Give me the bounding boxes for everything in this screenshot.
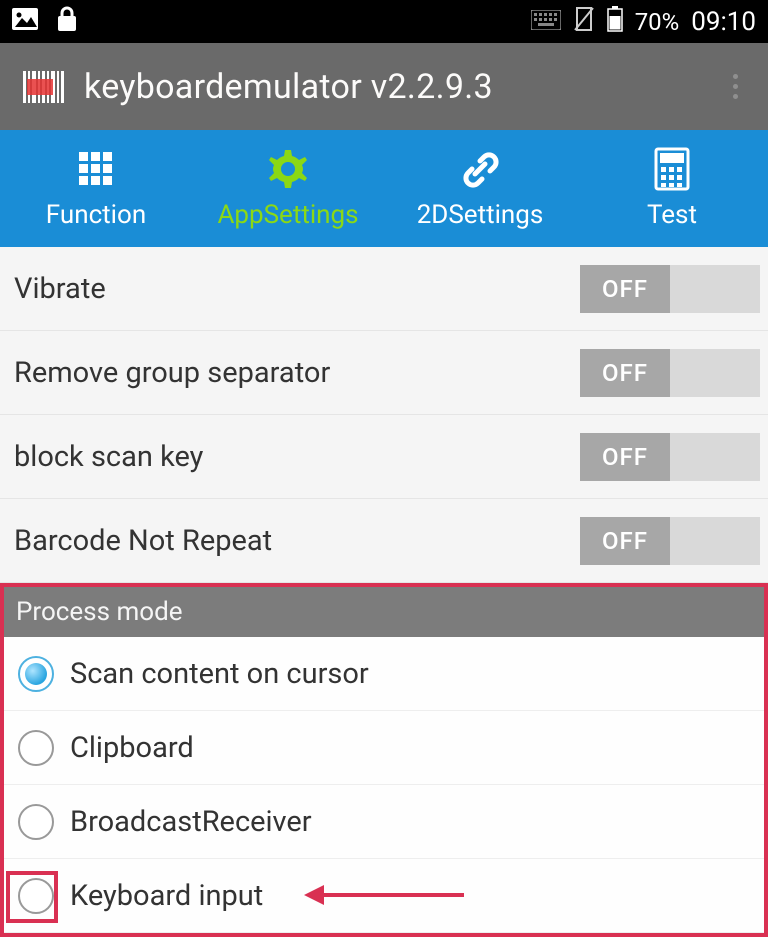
- toggle-state: OFF: [580, 517, 670, 565]
- toggle-barcode-not-repeat[interactable]: OFF: [580, 517, 760, 565]
- tab-label: 2DSettings: [417, 200, 544, 230]
- battery-percent: 70%: [635, 8, 680, 36]
- setting-barcode-not-repeat[interactable]: Barcode Not Repeat OFF: [0, 499, 768, 583]
- link-icon: [458, 148, 502, 190]
- radio-label: Keyboard input: [70, 879, 263, 913]
- toggle-state: OFF: [580, 265, 670, 313]
- tab-test[interactable]: Test: [576, 130, 768, 247]
- radio-label: Clipboard: [70, 731, 194, 765]
- radio-icon: [18, 730, 54, 766]
- keyboard-icon: [531, 8, 561, 36]
- setting-remove-group-separator[interactable]: Remove group separator OFF: [0, 331, 768, 415]
- setting-label: block scan key: [14, 440, 203, 474]
- grid-icon: [76, 148, 116, 190]
- settings-list: Vibrate OFF Remove group separator OFF b…: [0, 247, 768, 583]
- radio-icon: [18, 804, 54, 840]
- app-bar: keyboardemulator v2.2.9.3: [0, 43, 768, 130]
- setting-label: Remove group separator: [14, 356, 330, 390]
- calculator-icon: [654, 148, 690, 190]
- tab-function[interactable]: Function: [0, 130, 192, 247]
- radio-label: BroadcastReceiver: [70, 805, 312, 839]
- toggle-remove-group-separator[interactable]: OFF: [580, 349, 760, 397]
- app-icon: [20, 63, 68, 111]
- tab-label: Function: [46, 200, 146, 230]
- toggle-block-scan-key[interactable]: OFF: [580, 433, 760, 481]
- no-sim-icon: [573, 6, 595, 38]
- radio-scan-content-on-cursor[interactable]: Scan content on cursor: [4, 637, 764, 711]
- tab-label: AppSettings: [217, 200, 358, 230]
- radio-broadcastreceiver[interactable]: BroadcastReceiver: [4, 785, 764, 859]
- overflow-menu-button[interactable]: [723, 64, 748, 109]
- toggle-vibrate[interactable]: OFF: [580, 265, 760, 313]
- highlight-keyboard-input: [6, 871, 58, 923]
- clock: 09:10: [691, 7, 756, 37]
- radio-clipboard[interactable]: Clipboard: [4, 711, 764, 785]
- lock-icon: [56, 6, 78, 38]
- setting-vibrate[interactable]: Vibrate OFF: [0, 247, 768, 331]
- radio-label: Scan content on cursor: [70, 657, 369, 691]
- tab-label: Test: [647, 200, 697, 230]
- highlight-process-mode: Process mode Scan content on cursor Clip…: [0, 583, 768, 937]
- radio-icon: [18, 656, 54, 692]
- status-bar: 70% 09:10: [0, 0, 768, 43]
- setting-label: Vibrate: [14, 272, 106, 306]
- toggle-state: OFF: [580, 433, 670, 481]
- toggle-state: OFF: [580, 349, 670, 397]
- app-title: keyboardemulator v2.2.9.3: [84, 67, 493, 107]
- gear-icon: [267, 148, 309, 190]
- section-header-process-mode: Process mode: [4, 587, 764, 637]
- annotation-arrow: [304, 885, 464, 905]
- landscape-icon: [12, 8, 38, 36]
- setting-block-scan-key[interactable]: block scan key OFF: [0, 415, 768, 499]
- tab-appsettings[interactable]: AppSettings: [192, 130, 384, 247]
- tab-2dsettings[interactable]: 2DSettings: [384, 130, 576, 247]
- battery-icon: [607, 6, 623, 38]
- setting-label: Barcode Not Repeat: [14, 524, 272, 558]
- tab-bar: Function AppSettings 2DSettings: [0, 130, 768, 247]
